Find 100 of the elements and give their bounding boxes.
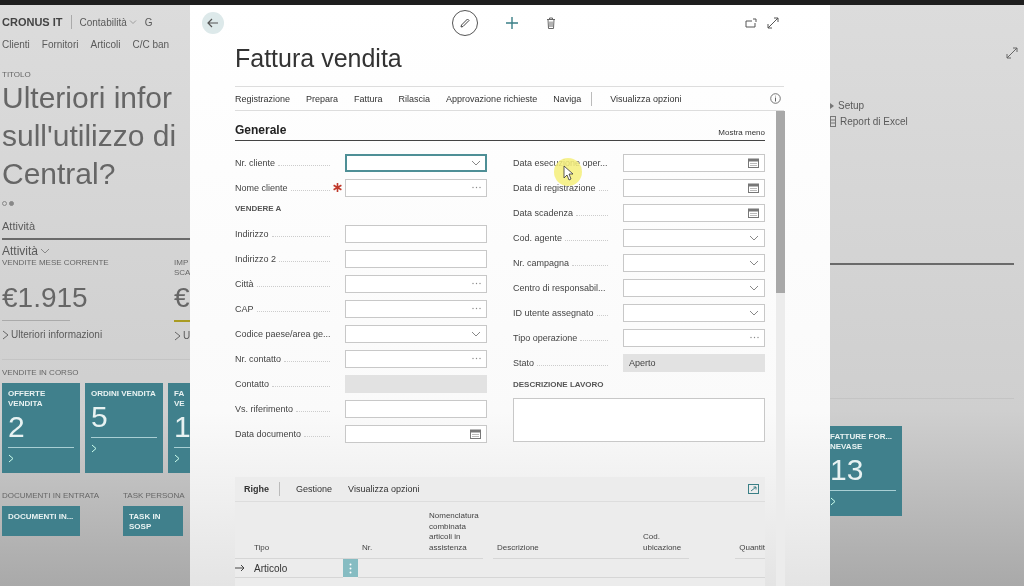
expand-icon[interactable] xyxy=(1006,47,1018,59)
text-area[interactable] xyxy=(513,398,765,442)
tile[interactable]: DOCUMENTI IN... xyxy=(2,506,80,536)
dropdown-field[interactable] xyxy=(345,324,487,343)
ellipsis-icon xyxy=(472,357,481,360)
field-label: Vs. riferimento xyxy=(235,403,294,414)
field-label: Cod. agente xyxy=(513,232,563,243)
info-icon[interactable] xyxy=(770,93,781,104)
expand-icon[interactable] xyxy=(767,16,779,29)
section-title[interactable]: Generale xyxy=(235,123,287,137)
input-field[interactable] xyxy=(345,178,487,197)
date-field[interactable] xyxy=(345,424,487,443)
field-label: Codice paese/area ge... xyxy=(235,328,331,339)
field-label: CAP xyxy=(235,303,254,314)
more-link[interactable]: Ulteriori informazioni xyxy=(2,329,162,340)
tile-title: FA VE xyxy=(174,389,186,409)
field-label: Nome cliente xyxy=(235,182,288,193)
date-field[interactable] xyxy=(623,153,765,172)
expand-view-icon[interactable] xyxy=(748,484,759,494)
chevron-right-icon xyxy=(2,329,9,340)
column-header[interactable]: Tipo xyxy=(254,502,343,559)
action-menu[interactable]: Approvazione richieste xyxy=(446,93,538,104)
action-menu[interactable]: Naviga xyxy=(553,93,582,104)
popout-icon[interactable] xyxy=(745,17,757,28)
tab[interactable]: Gestione xyxy=(296,484,333,494)
action-menu[interactable]: Prepara xyxy=(306,93,339,104)
chevron-right-icon xyxy=(8,454,14,463)
input-field[interactable] xyxy=(345,249,487,268)
chevron-right-icon xyxy=(174,454,180,463)
tile[interactable]: FATTURE FOR... NEVASE 13 xyxy=(830,425,902,516)
chevron-down-icon xyxy=(471,329,481,338)
field-label: Data documento xyxy=(235,428,302,439)
group-heading: DESCRIZIONE LAVORO xyxy=(513,379,605,391)
calendar-icon xyxy=(748,157,759,168)
action-menu[interactable]: Rilascia xyxy=(398,93,431,104)
tab[interactable]: Righe xyxy=(244,484,269,494)
tile[interactable]: ORDINI VENDITA 5 xyxy=(85,383,163,473)
tile-title: TASK IN SOSP xyxy=(129,512,162,532)
action-menu[interactable]: Registrazione xyxy=(235,93,291,104)
row-menu-button[interactable] xyxy=(343,559,358,577)
column-header[interactable]: Quantit xyxy=(735,502,765,559)
column-header[interactable]: Nomenclatura combinata articoli in assistenza xyxy=(425,502,483,559)
carousel-dot[interactable] xyxy=(9,201,14,206)
nav-menu[interactable]: Contabilità xyxy=(79,16,137,28)
chevron-down-icon xyxy=(749,283,759,292)
tile-count: 13 xyxy=(830,453,865,486)
field-label: ID utente assegnato xyxy=(513,307,594,318)
nav-menu[interactable]: G xyxy=(144,16,153,28)
action-link[interactable]: Setup xyxy=(830,100,1024,111)
input-field[interactable] xyxy=(345,224,487,243)
chevron-icon xyxy=(40,247,50,255)
calendar-icon xyxy=(470,428,481,439)
nav-link[interactable]: C/C ban xyxy=(132,39,170,50)
column-header[interactable]: Nr. xyxy=(358,502,425,559)
column-header[interactable]: Descrizione xyxy=(493,502,639,559)
field-label: Stato xyxy=(513,357,534,368)
tile-title: FATTURE FOR... NEVASE xyxy=(830,431,894,452)
tile-count: 2 xyxy=(8,411,26,443)
spreadsheet-icon xyxy=(830,116,836,127)
input-field[interactable] xyxy=(623,328,765,347)
column-header[interactable]: Cod. ubicazione xyxy=(639,502,689,559)
chevron-right-icon xyxy=(91,444,97,453)
tile[interactable]: TASK IN SOSP xyxy=(123,506,183,536)
dropdown-field[interactable] xyxy=(623,278,765,297)
edit-button[interactable] xyxy=(451,9,478,36)
more-link[interactable]: U xyxy=(174,330,190,341)
date-field[interactable] xyxy=(623,178,765,197)
dropdown-field[interactable] xyxy=(345,153,487,172)
trash-icon[interactable] xyxy=(545,16,556,29)
scrollbar[interactable] xyxy=(776,111,785,586)
dropdown-field[interactable] xyxy=(623,228,765,247)
page-title: Fattura vendita xyxy=(235,44,403,74)
input-field[interactable] xyxy=(345,274,487,293)
tile[interactable]: OFFERTE VENDITA 2 xyxy=(2,383,80,473)
group-menu[interactable]: Attività xyxy=(2,244,190,258)
scrollbar-thumb[interactable] xyxy=(776,111,785,293)
field-label: Indirizzo 2 xyxy=(235,253,277,264)
nav-link[interactable]: Fornitori xyxy=(41,39,79,50)
field-label: Nr. campagna xyxy=(513,257,570,268)
field-label: Indirizzo xyxy=(235,228,269,239)
action-menu[interactable]: Fattura xyxy=(354,93,383,104)
plus-icon[interactable] xyxy=(505,16,518,29)
dropdown-field[interactable] xyxy=(623,303,765,322)
action-link[interactable]: Report di Excel xyxy=(830,116,1024,127)
kpi-label: IMP SCA xyxy=(174,258,190,279)
show-less-link[interactable]: Mostra meno xyxy=(718,128,765,137)
nav-link[interactable]: Articoli xyxy=(90,39,121,50)
field-label: Nr. contatto xyxy=(235,353,282,364)
input-field[interactable] xyxy=(345,299,487,318)
back-button[interactable] xyxy=(202,11,224,34)
group-label: DOCUMENTI IN ENTRATA xyxy=(2,491,101,500)
nav-link[interactable]: Clienti xyxy=(2,39,30,50)
tab[interactable]: Visualizza opzioni xyxy=(348,484,420,494)
dropdown-field[interactable] xyxy=(623,253,765,272)
input-field[interactable] xyxy=(345,399,487,418)
tile[interactable]: FA VE 1 xyxy=(168,383,190,473)
input-field[interactable] xyxy=(345,349,487,368)
action-menu[interactable]: Visualizza opzioni xyxy=(610,93,682,104)
date-field[interactable] xyxy=(623,203,765,222)
field-label: Centro di responsabil... xyxy=(513,282,606,293)
